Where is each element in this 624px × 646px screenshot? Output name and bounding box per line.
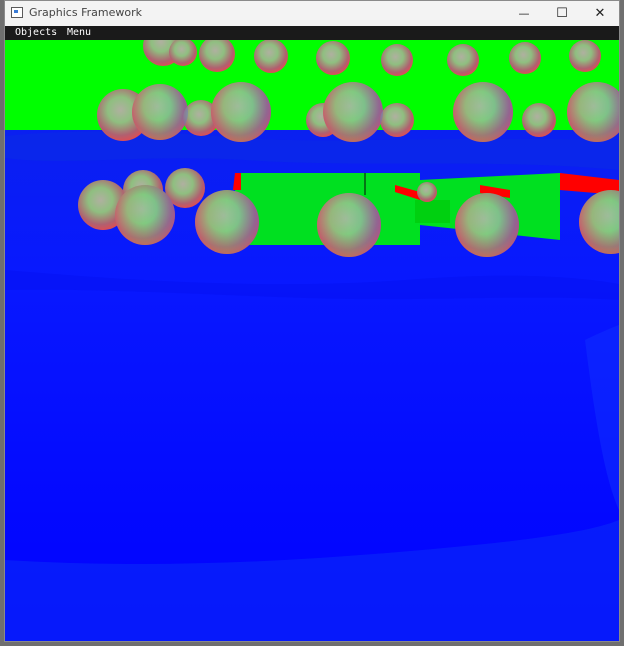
sphere xyxy=(380,103,414,137)
scene-canvas xyxy=(5,40,619,641)
menu-objects[interactable]: Objects xyxy=(15,27,57,38)
menu-bar: Objects Menu xyxy=(5,26,619,40)
sphere xyxy=(447,44,479,76)
title-bar[interactable]: Graphics Framework — ☐ ✕ xyxy=(5,1,619,26)
render-viewport[interactable] xyxy=(5,40,619,641)
sphere xyxy=(509,42,541,74)
minimize-button[interactable]: — xyxy=(505,1,543,26)
close-icon: ✕ xyxy=(594,6,606,21)
sphere xyxy=(417,182,437,202)
maximize-icon: ☐ xyxy=(556,6,568,21)
sphere xyxy=(569,40,601,72)
sphere xyxy=(381,44,413,76)
app-window-icon xyxy=(11,7,23,18)
window-title: Graphics Framework xyxy=(29,6,142,19)
close-button[interactable]: ✕ xyxy=(581,1,619,26)
sphere xyxy=(316,41,350,75)
maximize-button[interactable]: ☐ xyxy=(543,1,581,26)
minimize-icon: — xyxy=(518,7,530,20)
sphere xyxy=(254,40,288,73)
menu-menu[interactable]: Menu xyxy=(67,27,91,38)
green-wall xyxy=(415,200,450,223)
app-window: Graphics Framework — ☐ ✕ Objects Menu xyxy=(4,0,620,642)
sphere xyxy=(522,103,556,137)
